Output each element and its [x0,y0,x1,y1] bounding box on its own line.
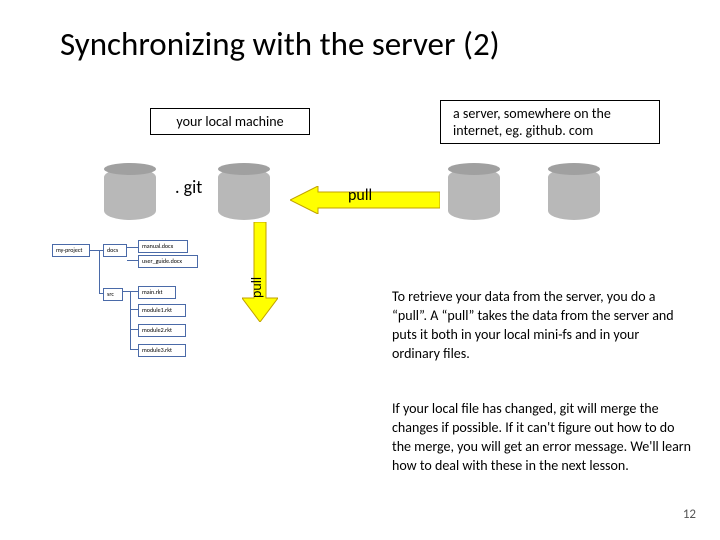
fs-root: my-project [52,244,90,257]
tree-line [130,291,131,349]
tree-line [127,247,138,248]
fs-docs: docs [103,244,127,257]
tree-line [130,349,138,350]
tree-line [127,260,138,261]
fs-file: user_guide.docx [138,255,198,268]
tree-line [99,293,103,294]
tree-line [130,309,138,310]
fs-file: manual.docx [138,240,188,253]
git-label: . git [175,176,202,198]
pull-arrow-down-label: pull [248,277,265,298]
tree-line [99,250,100,294]
server-label: a server, somewhere on the internet, eg.… [440,100,660,144]
fs-file: module2.rkt [138,324,186,337]
slide-title: Synchronizing with the server (2) [60,24,500,64]
tree-line [90,250,103,251]
pull-arrow-left-label: pull [348,186,372,205]
cylinder-icon [548,168,600,220]
fs-src: src [103,288,123,301]
body-paragraph-2: If your local file has changed, git will… [392,400,692,476]
fs-file: main.rkt [138,286,176,299]
cylinder-icon [218,168,270,220]
fs-file: module1.rkt [138,304,186,317]
page-number: 12 [683,507,696,522]
pull-arrow-down-icon [242,222,278,322]
cylinder-icon [448,168,500,220]
tree-line [130,329,138,330]
body-paragraph-1: To retrieve your data from the server, y… [392,288,688,364]
cylinder-icon [104,168,156,220]
local-machine-label: your local machine [150,108,310,135]
fs-file: module3.rkt [138,344,186,357]
